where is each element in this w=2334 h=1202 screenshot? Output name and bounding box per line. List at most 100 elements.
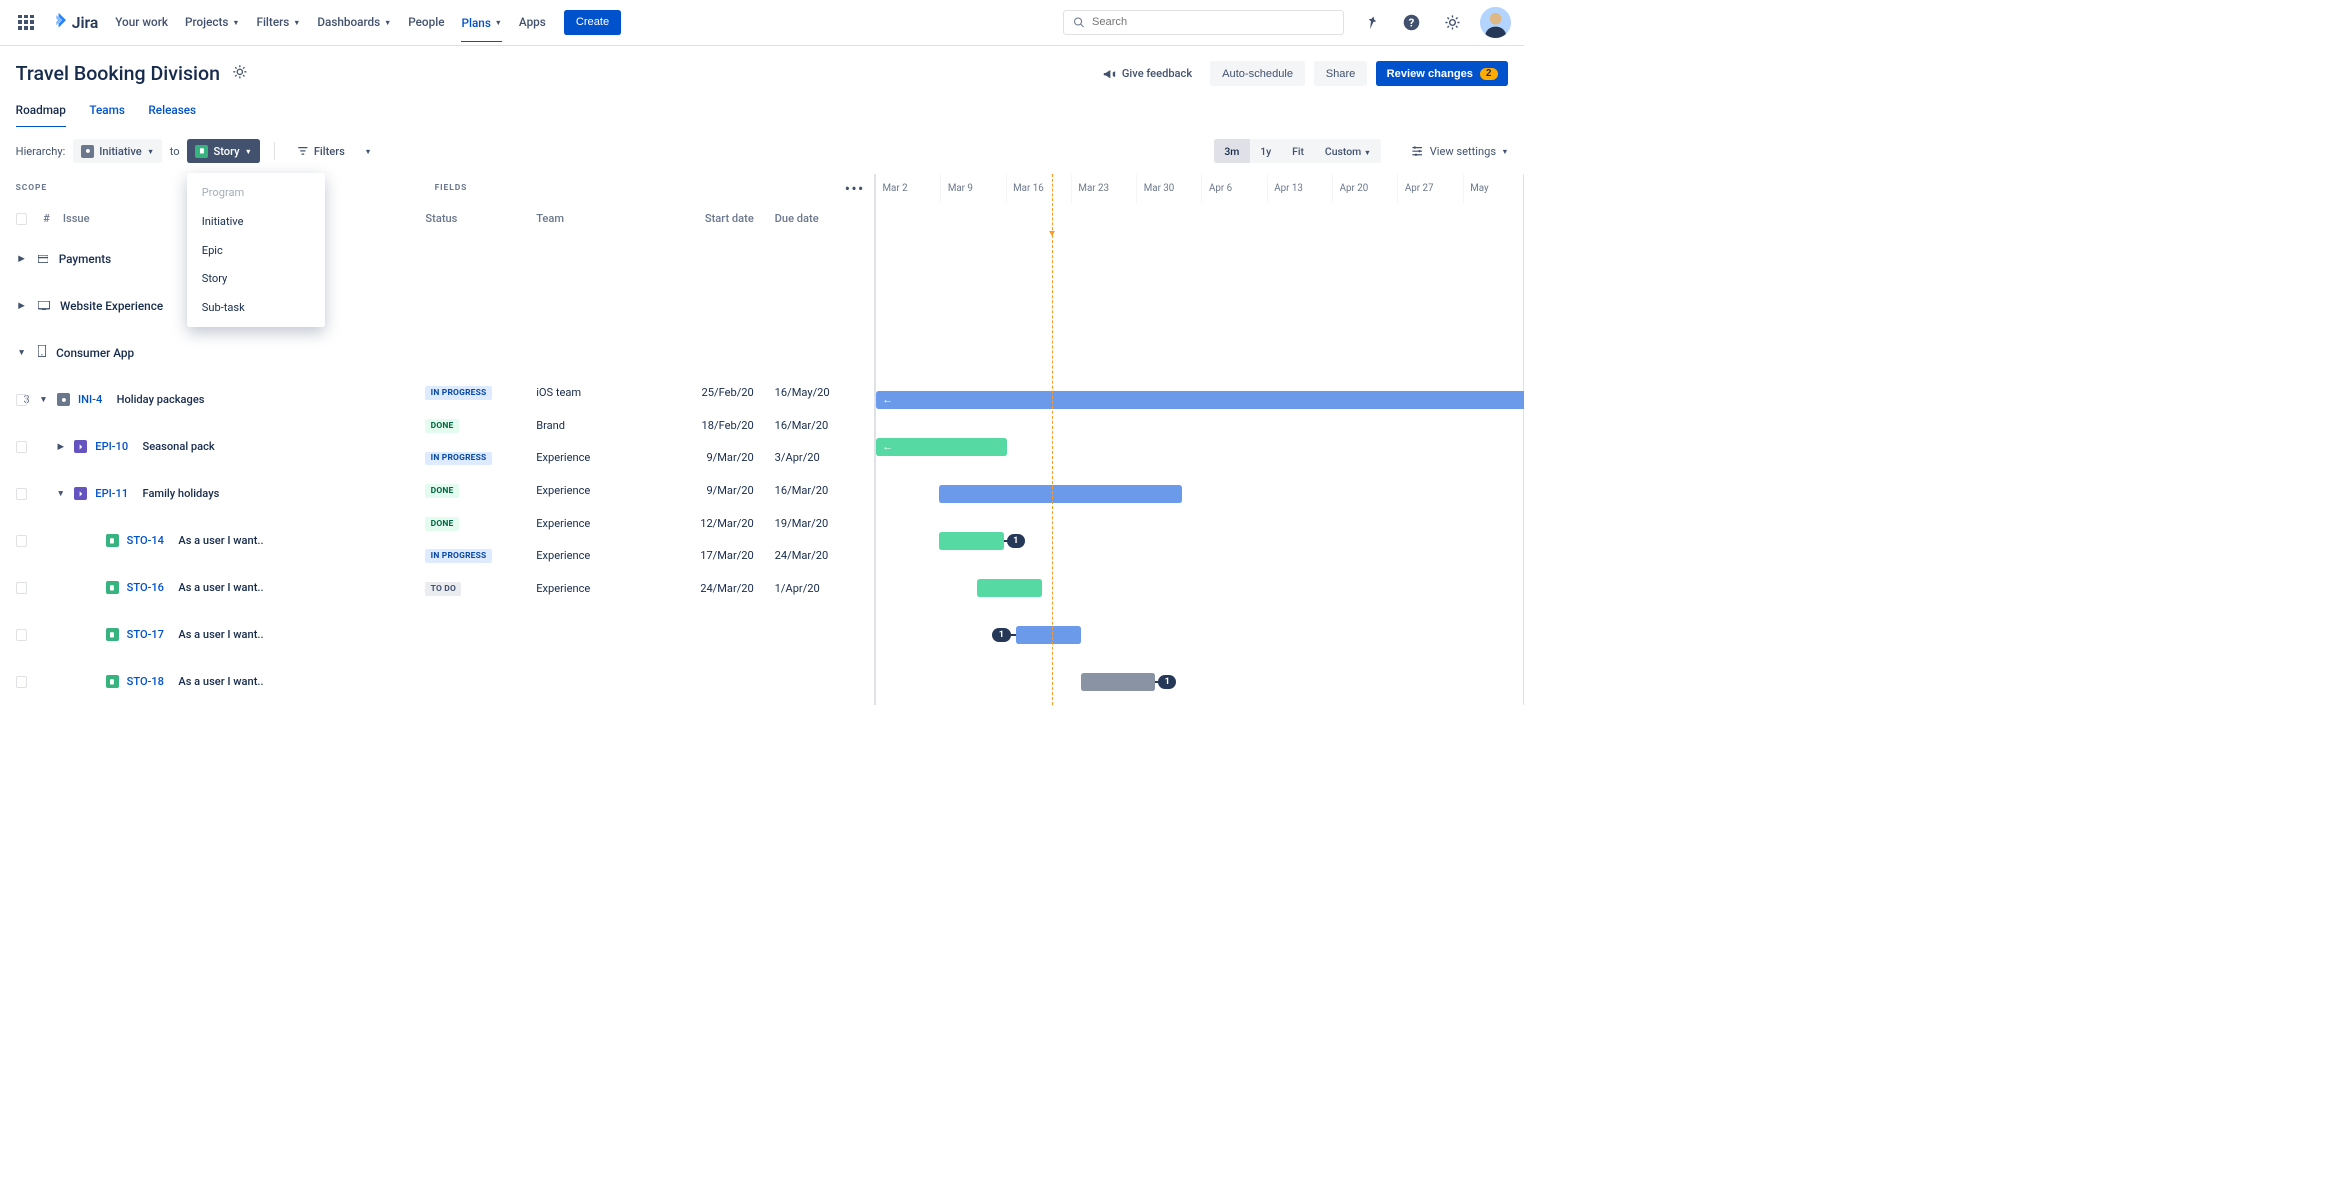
search-input[interactable] — [1092, 16, 1334, 28]
issue-key[interactable]: INI-4 — [78, 393, 102, 406]
tab-roadmap[interactable]: Roadmap — [16, 97, 66, 128]
user-avatar[interactable] — [1480, 7, 1511, 38]
row-checkbox[interactable] — [16, 629, 28, 641]
issue-key[interactable]: STO-16 — [127, 581, 164, 594]
issue-key[interactable]: EPI-11 — [95, 487, 128, 500]
nav-apps[interactable]: Apps — [519, 2, 546, 42]
zoom-custom[interactable]: Custom ▼ — [1314, 139, 1381, 162]
expand-icon[interactable]: ▶ — [16, 253, 28, 264]
due-date-cell[interactable]: 16/Mar/20 — [771, 419, 875, 432]
expand-icon[interactable]: ▶ — [16, 300, 28, 311]
team-cell[interactable]: Experience — [536, 451, 653, 464]
hierarchy-to-select[interactable]: Story ▼ — [187, 139, 259, 162]
nav-dashboards[interactable]: Dashboards▼ — [317, 2, 391, 42]
start-date-cell[interactable]: 18/Feb/20 — [653, 419, 770, 432]
zoom-fit[interactable]: Fit — [1282, 139, 1315, 162]
team-cell[interactable]: Experience — [536, 517, 653, 530]
issue-row[interactable]: ▼ EPI-11 Family holidays — [0, 470, 418, 517]
gantt-bar[interactable] — [939, 485, 1182, 503]
settings-icon[interactable] — [1439, 9, 1465, 35]
status-lozenge[interactable]: IN PROGRESS — [425, 549, 491, 563]
select-all-checkbox[interactable] — [16, 213, 28, 225]
issue-row[interactable]: STO-16 As a user I want.. — [0, 564, 418, 611]
status-lozenge[interactable]: DONE — [425, 419, 458, 433]
gantt-bar[interactable]: ← — [876, 391, 1524, 409]
start-date-cell[interactable]: 17/Mar/20 — [653, 549, 770, 562]
due-date-cell[interactable]: 1/Apr/20 — [771, 582, 875, 595]
help-icon[interactable]: ? — [1399, 9, 1425, 35]
row-checkbox[interactable] — [16, 676, 28, 688]
nav-people[interactable]: People — [408, 2, 444, 42]
due-date-cell[interactable]: 16/May/20 — [771, 386, 875, 399]
gantt-bar[interactable] — [977, 579, 1042, 597]
nav-projects[interactable]: Projects▼ — [185, 2, 240, 42]
issue-key[interactable]: STO-17 — [127, 628, 164, 641]
search-box[interactable] — [1063, 10, 1344, 35]
project-row[interactable]: ▼ Consumer App — [0, 329, 418, 376]
tab-releases[interactable]: Releases — [148, 97, 196, 128]
fields-more-icon[interactable]: ••• — [845, 179, 865, 198]
give-feedback-button[interactable]: Give feedback — [1093, 60, 1201, 87]
start-date-cell[interactable]: 9/Mar/20 — [653, 451, 770, 464]
issue-key[interactable]: STO-14 — [127, 534, 164, 547]
status-lozenge[interactable]: DONE — [425, 517, 458, 531]
row-checkbox[interactable] — [16, 582, 28, 594]
filters-button[interactable]: Filters ▼ — [289, 139, 379, 162]
gantt-bar[interactable] — [1081, 673, 1155, 691]
hierarchy-option-sub-task[interactable]: Sub-task — [187, 293, 324, 322]
nav-filters[interactable]: Filters▼ — [256, 2, 300, 42]
due-date-cell[interactable]: 24/Mar/20 — [771, 549, 875, 562]
start-date-cell[interactable]: 9/Mar/20 — [653, 484, 770, 497]
hierarchy-option-program[interactable]: Program — [187, 179, 324, 208]
issue-row[interactable]: STO-14 As a user I want.. — [0, 517, 418, 564]
hierarchy-option-initiative[interactable]: Initiative — [187, 207, 324, 236]
issue-row[interactable]: ▶ EPI-10 Seasonal pack — [0, 423, 418, 470]
expand-icon[interactable]: ▼ — [16, 347, 28, 358]
gantt-bar[interactable]: ← — [876, 438, 1007, 456]
row-checkbox[interactable] — [16, 441, 28, 453]
hierarchy-option-story[interactable]: Story — [187, 264, 324, 293]
gantt-bar[interactable] — [939, 532, 1004, 550]
hierarchy-from-select[interactable]: Initiative ▼ — [73, 139, 162, 162]
nav-plans[interactable]: Plans▼ — [461, 3, 501, 42]
notifications-icon[interactable] — [1358, 9, 1384, 35]
team-cell[interactable]: Brand — [536, 419, 653, 432]
start-date-cell[interactable]: 25/Feb/20 — [653, 386, 770, 399]
expand-icon[interactable]: ▶ — [55, 441, 67, 452]
row-checkbox[interactable] — [16, 535, 28, 547]
issue-key[interactable]: STO-18 — [127, 675, 164, 688]
app-switcher-icon[interactable] — [13, 9, 39, 35]
nav-your-work[interactable]: Your work — [115, 2, 168, 42]
plan-settings-icon[interactable] — [232, 64, 248, 84]
tab-teams[interactable]: Teams — [89, 97, 125, 128]
row-checkbox[interactable] — [16, 394, 28, 406]
status-lozenge[interactable]: IN PROGRESS — [425, 452, 491, 466]
jira-logo[interactable]: Jira — [50, 11, 99, 33]
status-lozenge[interactable]: TO DO — [425, 582, 461, 596]
team-cell[interactable]: iOS team — [536, 386, 653, 399]
expand-icon[interactable]: ▼ — [38, 394, 50, 405]
start-date-cell[interactable]: 12/Mar/20 — [653, 517, 770, 530]
start-date-cell[interactable]: 24/Mar/20 — [653, 582, 770, 595]
status-lozenge[interactable]: IN PROGRESS — [425, 386, 491, 400]
auto-schedule-button[interactable]: Auto-schedule — [1210, 61, 1304, 86]
share-button[interactable]: Share — [1314, 61, 1367, 86]
create-button[interactable]: Create — [564, 10, 621, 35]
due-date-cell[interactable]: 16/Mar/20 — [771, 484, 875, 497]
team-cell[interactable]: Experience — [536, 549, 653, 562]
dependency-badge[interactable]: 1 — [992, 628, 1010, 642]
due-date-cell[interactable]: 3/Apr/20 — [771, 451, 875, 464]
hierarchy-option-epic[interactable]: Epic — [187, 236, 324, 265]
gantt-bar[interactable] — [1016, 626, 1081, 644]
view-settings-button[interactable]: View settings ▼ — [1410, 139, 1508, 164]
issue-row[interactable]: STO-17 As a user I want.. — [0, 611, 418, 658]
team-cell[interactable]: Experience — [536, 582, 653, 595]
issue-row[interactable]: 3▼ INI-4 Holiday packages — [0, 376, 418, 423]
status-lozenge[interactable]: DONE — [425, 484, 458, 498]
expand-icon[interactable]: ▼ — [55, 488, 67, 499]
issue-row[interactable]: STO-18 As a user I want.. — [0, 658, 418, 705]
zoom-3m[interactable]: 3m — [1214, 139, 1250, 162]
review-changes-button[interactable]: Review changes 2 — [1376, 61, 1508, 86]
due-date-cell[interactable]: 19/Mar/20 — [771, 517, 875, 530]
row-checkbox[interactable] — [16, 488, 28, 500]
